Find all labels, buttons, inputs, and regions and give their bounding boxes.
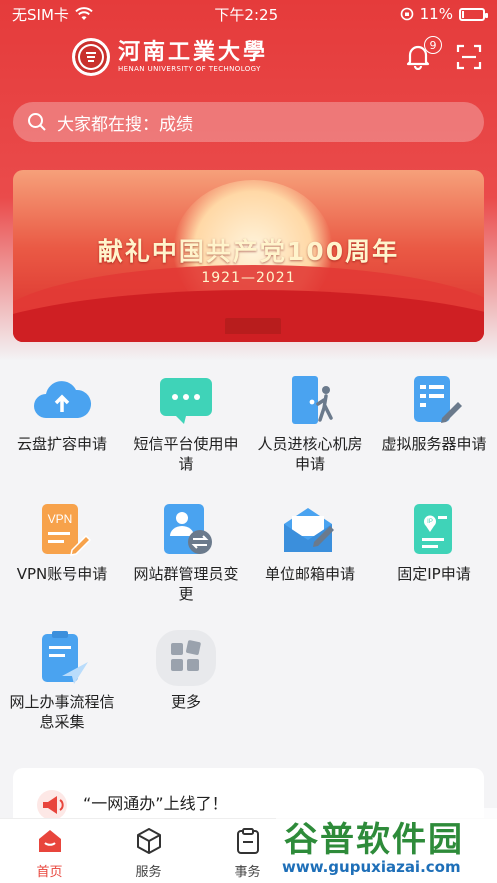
- clipboard-icon: [236, 828, 259, 854]
- app-virtual-server[interactable]: 虚拟服务器申请: [372, 372, 496, 454]
- app-label: 固定IP申请: [397, 565, 471, 583]
- app-fixed-ip[interactable]: IP 固定IP申请: [372, 502, 496, 584]
- scan-icon[interactable]: [456, 44, 482, 70]
- wifi-icon: [75, 7, 93, 20]
- school-name-en: HENAN UNIVERSITY OF TECHNOLOGY: [118, 65, 261, 73]
- banner[interactable]: 献礼中国共产党100周年 1921—2021: [13, 170, 484, 342]
- status-bar: 无SIM卡 下午2:25 11%: [0, 0, 497, 28]
- document-edit-icon: [404, 372, 464, 428]
- clock: 下午2:25: [214, 5, 279, 24]
- mail-edit-icon: [280, 502, 340, 558]
- home-icon: [38, 830, 61, 852]
- carrier-label: 无SIM卡: [12, 5, 69, 24]
- app-sms-platform[interactable]: 短信平台使用申请: [124, 372, 248, 474]
- clipboard-plane-icon: [32, 630, 92, 686]
- app-cloud-expansion[interactable]: 云盘扩容申请: [0, 372, 124, 454]
- megaphone-icon: [37, 790, 67, 820]
- banner-years: 1921—2021: [201, 270, 296, 286]
- orientation-lock-icon: [400, 7, 413, 21]
- notification-badge: 9: [424, 36, 442, 54]
- app-label: 云盘扩容申请: [16, 435, 107, 453]
- top-bar: 河南工業大學 HENAN UNIVERSITY OF TECHNOLOGY 9: [0, 30, 497, 82]
- app-vpn-account[interactable]: VPN VPN账号申请: [0, 502, 124, 584]
- app-label: 网上办事流程信息采集: [9, 693, 115, 731]
- watermark-cn: 谷普软件园: [284, 820, 464, 860]
- cloud-upload-icon: [32, 372, 92, 428]
- ip-document-icon: IP: [404, 502, 464, 558]
- banner-title: 献礼中国共产党100周年: [97, 237, 400, 266]
- app-label: 单位邮箱申请: [264, 565, 355, 583]
- tab-label: 首页: [36, 865, 63, 880]
- app-label: 虚拟服务器申请: [381, 435, 487, 453]
- gate-tower-icon: [225, 318, 281, 334]
- school-name-cn: 河南工業大學: [118, 39, 269, 65]
- app-process-info-collection[interactable]: 网上办事流程信息采集: [0, 630, 124, 732]
- app-label: 网站群管理员变更: [133, 565, 239, 603]
- search-icon: [28, 113, 46, 131]
- svg-text:VPN: VPN: [48, 512, 73, 526]
- door-person-icon: [280, 372, 340, 428]
- school-logo: 河南工業大學 HENAN UNIVERSITY OF TECHNOLOGY: [72, 38, 268, 76]
- svg-text:IP: IP: [427, 519, 433, 525]
- more-grid-icon: [156, 630, 216, 686]
- app-label: 短信平台使用申请: [133, 435, 239, 473]
- notice-text: “一网通办”上线了！: [83, 794, 228, 813]
- battery-percent: 11%: [419, 5, 453, 23]
- app-site-admin-change[interactable]: 网站群管理员变更: [124, 502, 248, 604]
- cube-icon: [136, 828, 161, 854]
- app-more[interactable]: 更多: [124, 630, 248, 712]
- battery-icon: [458, 7, 488, 21]
- admin-swap-icon: [156, 502, 216, 558]
- app-label: 人员进核心机房申请: [257, 435, 363, 473]
- watermark-en: www.gupuxiazai.com: [282, 858, 461, 876]
- sms-bubble-icon: [156, 372, 216, 428]
- search-placeholder: 大家都在搜：成绩: [57, 114, 193, 135]
- school-seal-icon: [72, 38, 110, 76]
- app-core-room-access[interactable]: 人员进核心机房申请: [248, 372, 372, 474]
- search-bar[interactable]: 大家都在搜：成绩: [13, 102, 484, 142]
- tab-label: 服务: [135, 865, 162, 880]
- tab-home[interactable]: 首页: [0, 819, 99, 883]
- app-label: VPN账号申请: [16, 565, 108, 583]
- vpn-document-icon: VPN: [32, 502, 92, 558]
- tab-services[interactable]: 服务: [99, 819, 198, 883]
- app-unit-mailbox[interactable]: 单位邮箱申请: [248, 502, 372, 584]
- app-label: 更多: [170, 693, 201, 711]
